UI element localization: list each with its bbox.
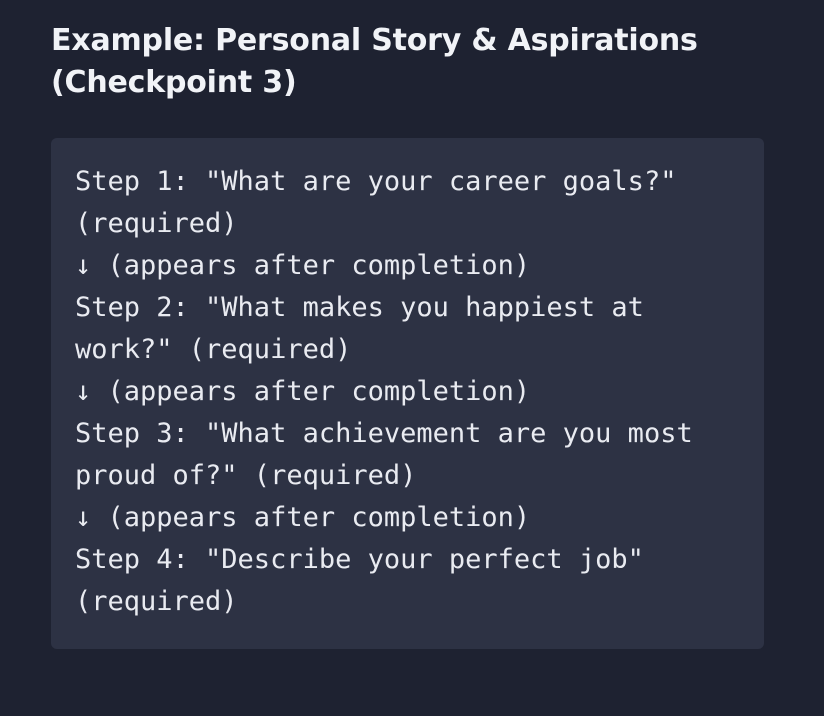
step-4-required-line: (required) (75, 586, 238, 617)
section-title: Example: Personal Story & Aspirations (C… (51, 20, 741, 104)
example-section: Example: Personal Story & Aspirations (C… (0, 0, 824, 716)
section-title-line-2: (Checkpoint 3) (51, 65, 297, 100)
transition-line-1: ↓ (appears after completion) (75, 250, 531, 281)
step-1-question-line: Step 1: "What are your career goals?" (75, 166, 677, 197)
step-1-required-line: (required) (75, 208, 238, 239)
transition-line-3: ↓ (appears after completion) (75, 502, 531, 533)
transition-line-2: ↓ (appears after completion) (75, 376, 531, 407)
step-2-question-line: Step 2: "What makes you happiest at (75, 292, 644, 323)
section-title-line-1: Example: Personal Story & Aspirations (51, 23, 698, 58)
step-2-required-line: work?" (required) (75, 334, 352, 365)
step-3-question-line: Step 3: "What achievement are you most (75, 418, 693, 449)
flow-code-block: Step 1: "What are your career goals?" (r… (51, 138, 764, 649)
step-4-question-line: Step 4: "Describe your perfect job" (75, 544, 644, 575)
step-3-required-line: proud of?" (required) (75, 460, 417, 491)
